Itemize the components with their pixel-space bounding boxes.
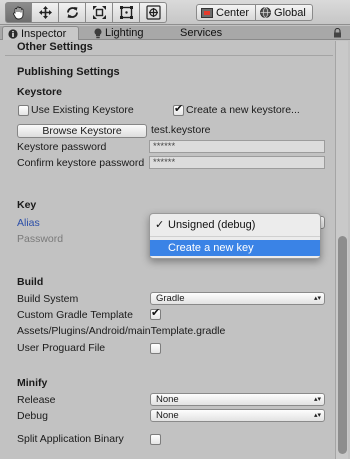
build-system-dropdown[interactable]: Gradle ▴▾ xyxy=(150,292,325,305)
tab-services-label: Services xyxy=(180,27,223,39)
scene-toolbar: Center Global xyxy=(0,0,350,25)
custom-gradle-template-label: Custom Gradle Template xyxy=(17,309,133,321)
transform-tool-icon xyxy=(145,5,161,20)
split-application-binary-label: Split Application Binary xyxy=(17,433,124,445)
tab-lighting-label: Lighting xyxy=(105,27,144,39)
transform-tools xyxy=(5,2,167,23)
editor-tabbar: Inspector Lighting Services xyxy=(0,26,350,40)
gradle-template-path: Assets/Plugins/Android/mainTemplate.grad… xyxy=(17,325,226,337)
hand-tool-button[interactable] xyxy=(5,2,32,23)
dropdown-arrow-icon: ▴▾ xyxy=(313,396,321,403)
lock-icon[interactable] xyxy=(333,27,342,41)
menu-item-create-new-key[interactable]: Create a new key xyxy=(150,240,320,256)
minify-release-label: Release xyxy=(17,394,56,406)
use-existing-keystore-checkbox[interactable] xyxy=(18,105,29,116)
pivot-global-label: Global xyxy=(274,6,306,19)
pivot-global-button[interactable]: Global xyxy=(256,4,313,21)
confirm-keystore-password-field[interactable]: ****** xyxy=(149,156,325,169)
build-heading: Build xyxy=(17,276,44,288)
key-heading: Key xyxy=(17,199,37,211)
scale-tool-icon xyxy=(92,6,106,19)
rect-tool-button[interactable] xyxy=(113,2,140,23)
minify-debug-value: None xyxy=(156,410,179,421)
user-proguard-file-label: User Proguard File xyxy=(17,342,106,354)
tab-inspector[interactable]: Inspector xyxy=(2,26,80,40)
checkmark-icon: ✓ xyxy=(155,219,165,231)
minify-heading: Minify xyxy=(17,377,48,389)
split-application-binary-checkbox[interactable] xyxy=(150,434,161,445)
rotate-tool-icon xyxy=(66,7,78,18)
use-existing-keystore-label: Use Existing Keystore xyxy=(31,104,134,116)
minify-release-value: None xyxy=(156,394,179,405)
minify-release-dropdown[interactable]: None ▴▾ xyxy=(150,393,325,406)
globe-icon xyxy=(260,7,271,18)
rect-tool-icon xyxy=(119,6,133,19)
menu-item-label: Unsigned (debug) xyxy=(168,219,256,231)
lightbulb-icon xyxy=(94,27,102,38)
create-new-keystore-checkbox[interactable]: ✔ xyxy=(173,103,184,116)
minify-debug-dropdown[interactable]: None ▴▾ xyxy=(150,409,325,422)
tab-services[interactable]: Services xyxy=(180,26,222,40)
user-proguard-file-checkbox[interactable] xyxy=(150,343,161,354)
build-system-value: Gradle xyxy=(156,293,185,304)
tab-inspector-label: Inspector xyxy=(21,27,67,40)
keystore-password-label: Keystore password xyxy=(17,141,107,153)
hand-tool-icon xyxy=(13,6,24,20)
dropdown-arrow-icon: ▴▾ xyxy=(313,295,321,302)
keystore-password-field[interactable]: ****** xyxy=(149,140,325,153)
custom-gradle-template-checkbox[interactable]: ✔ xyxy=(150,307,161,320)
alias-dropdown-menu: ✓ Unsigned (debug) Create a new key xyxy=(149,213,321,259)
pivot-center-icon xyxy=(201,7,213,18)
create-new-keystore-label: Create a new keystore... xyxy=(186,104,300,116)
minify-debug-label: Debug xyxy=(17,410,48,422)
scale-tool-button[interactable] xyxy=(86,2,113,23)
move-tool-button[interactable] xyxy=(32,2,59,23)
build-system-label: Build System xyxy=(17,293,79,305)
info-icon xyxy=(8,28,18,39)
pivot-controls: Center Global xyxy=(196,4,313,21)
scrollbar-thumb[interactable] xyxy=(338,236,347,454)
keystore-heading: Keystore xyxy=(17,86,62,98)
confirm-keystore-password-label: Confirm keystore password xyxy=(17,157,145,169)
alias-label: Alias xyxy=(17,217,40,229)
key-password-label: Password xyxy=(17,233,64,245)
transform-tool-button[interactable] xyxy=(140,2,167,23)
inspector-scrollbar[interactable] xyxy=(335,41,348,459)
publishing-settings-title: Publishing Settings xyxy=(17,66,120,78)
tab-lighting[interactable]: Lighting xyxy=(94,26,144,40)
checkmark-icon: ✔ xyxy=(174,103,184,115)
move-tool-icon xyxy=(38,6,52,19)
menu-separator xyxy=(150,236,320,237)
menu-item-unsigned-debug[interactable]: ✓ Unsigned (debug) xyxy=(150,217,320,233)
dropdown-arrow-icon: ▴▾ xyxy=(313,412,321,419)
checkmark-icon: ✔ xyxy=(151,307,161,319)
keystore-file-name: test.keystore xyxy=(151,124,211,136)
menu-item-label: Create a new key xyxy=(168,242,254,254)
rotate-tool-button[interactable] xyxy=(59,2,86,23)
pivot-center-label: Center xyxy=(216,6,250,19)
other-settings-header[interactable]: Other Settings xyxy=(17,41,93,53)
browse-keystore-button[interactable]: Browse Keystore xyxy=(17,124,147,138)
divider xyxy=(5,55,333,56)
pivot-center-button[interactable]: Center xyxy=(196,4,257,21)
